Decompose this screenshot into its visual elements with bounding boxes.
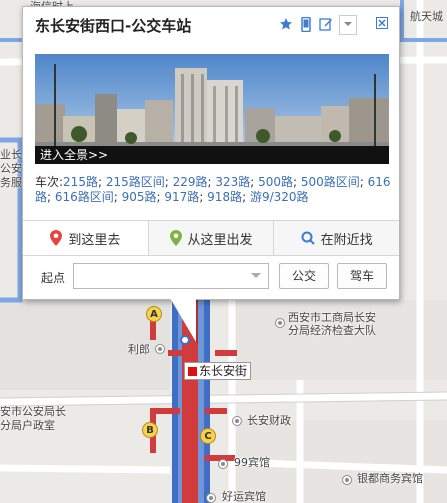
- map-label: 安市公安局长: [0, 405, 66, 418]
- bus-line-link[interactable]: 616路区间: [55, 190, 114, 204]
- bus-line-link[interactable]: 229路: [173, 175, 208, 189]
- poi-icon[interactable]: [206, 493, 216, 503]
- green-pin-icon: [169, 230, 182, 246]
- map-label: 公安: [0, 162, 22, 175]
- tab-label: 在附近找: [320, 232, 373, 248]
- poi-icon[interactable]: [342, 475, 352, 485]
- map-label: 分局经济检查大队: [288, 324, 376, 337]
- tab-start-here[interactable]: 从这里出发: [147, 221, 274, 255]
- map-label: 好运宾馆: [222, 490, 266, 503]
- bus-line-link[interactable]: 215路: [63, 175, 98, 189]
- poi-icon[interactable]: [155, 344, 165, 354]
- bus-line-link[interactable]: 500路: [258, 175, 293, 189]
- map-label: 分局户政室: [0, 419, 55, 432]
- map-label: 航天城: [410, 10, 443, 23]
- transit-exit-c-icon[interactable]: C: [200, 428, 216, 444]
- edit-icon[interactable]: [318, 17, 334, 33]
- close-icon[interactable]: [375, 17, 389, 33]
- start-point-input[interactable]: [73, 263, 269, 289]
- bus-line-link[interactable]: 905路: [122, 190, 157, 204]
- tab-label: 到这里去: [68, 232, 121, 248]
- map-label: 银都商务宾馆: [357, 472, 423, 485]
- red-pin-icon: [50, 230, 63, 246]
- poi-icon[interactable]: [275, 318, 285, 328]
- chevron-down-icon[interactable]: [251, 273, 261, 278]
- search-icon: [301, 231, 315, 245]
- popup-title: 东长安街西口-公交车站: [35, 17, 192, 35]
- dropdown-icon[interactable]: [339, 15, 357, 35]
- tab-search-nearby[interactable]: 在附近找: [273, 221, 399, 255]
- drive-route-button[interactable]: 驾车: [337, 263, 387, 289]
- bus-line-link[interactable]: 215路区间: [106, 175, 165, 189]
- map-label: 长安财政: [247, 414, 291, 427]
- bus-line-link[interactable]: 917路: [164, 190, 199, 204]
- transit-exit-b-icon[interactable]: B: [142, 422, 158, 438]
- map-label: 利郎: [128, 343, 150, 356]
- bus-lines: 车次:215路; 215路区间; 229路; 323路; 500路; 500路区…: [35, 175, 391, 204]
- metro-icon: [188, 367, 197, 376]
- map-label: 99宾馆: [234, 456, 270, 469]
- transit-exit-a-icon[interactable]: A: [146, 306, 162, 322]
- star-icon[interactable]: [278, 17, 294, 33]
- route-tabs: 到这里去 从这里出发 在附近找: [23, 220, 399, 256]
- bus-lines-prefix: 车次:: [35, 175, 64, 189]
- phone-icon[interactable]: [299, 16, 313, 33]
- tab-label: 从这里出发: [187, 232, 253, 248]
- map-label: 务服: [0, 176, 22, 189]
- bus-line-link[interactable]: 323路: [215, 175, 250, 189]
- poi-icon[interactable]: [232, 416, 242, 426]
- bus-line-link[interactable]: 游9/320路: [250, 190, 309, 204]
- map-label: 西安市工商局长安: [288, 311, 376, 324]
- popup-pointer: [170, 298, 196, 342]
- start-point-label: 起点: [41, 271, 66, 285]
- bus-route-button[interactable]: 公交: [279, 263, 329, 289]
- station-label[interactable]: 东长安街: [184, 362, 252, 380]
- map-label: 业长: [0, 148, 22, 161]
- bus-line-link[interactable]: 500路区间: [301, 175, 360, 189]
- panorama-image[interactable]: 进入全景>>: [35, 54, 389, 164]
- tab-go-here[interactable]: 到这里去: [23, 221, 148, 255]
- info-window: 东长安街西口-公交车站 进入全景>> 车次:215路; 215路区间; 229路…: [22, 6, 400, 300]
- panorama-enter-link[interactable]: 进入全景>>: [35, 146, 389, 164]
- bus-line-link[interactable]: 918路: [207, 190, 242, 204]
- poi-icon[interactable]: [218, 459, 228, 469]
